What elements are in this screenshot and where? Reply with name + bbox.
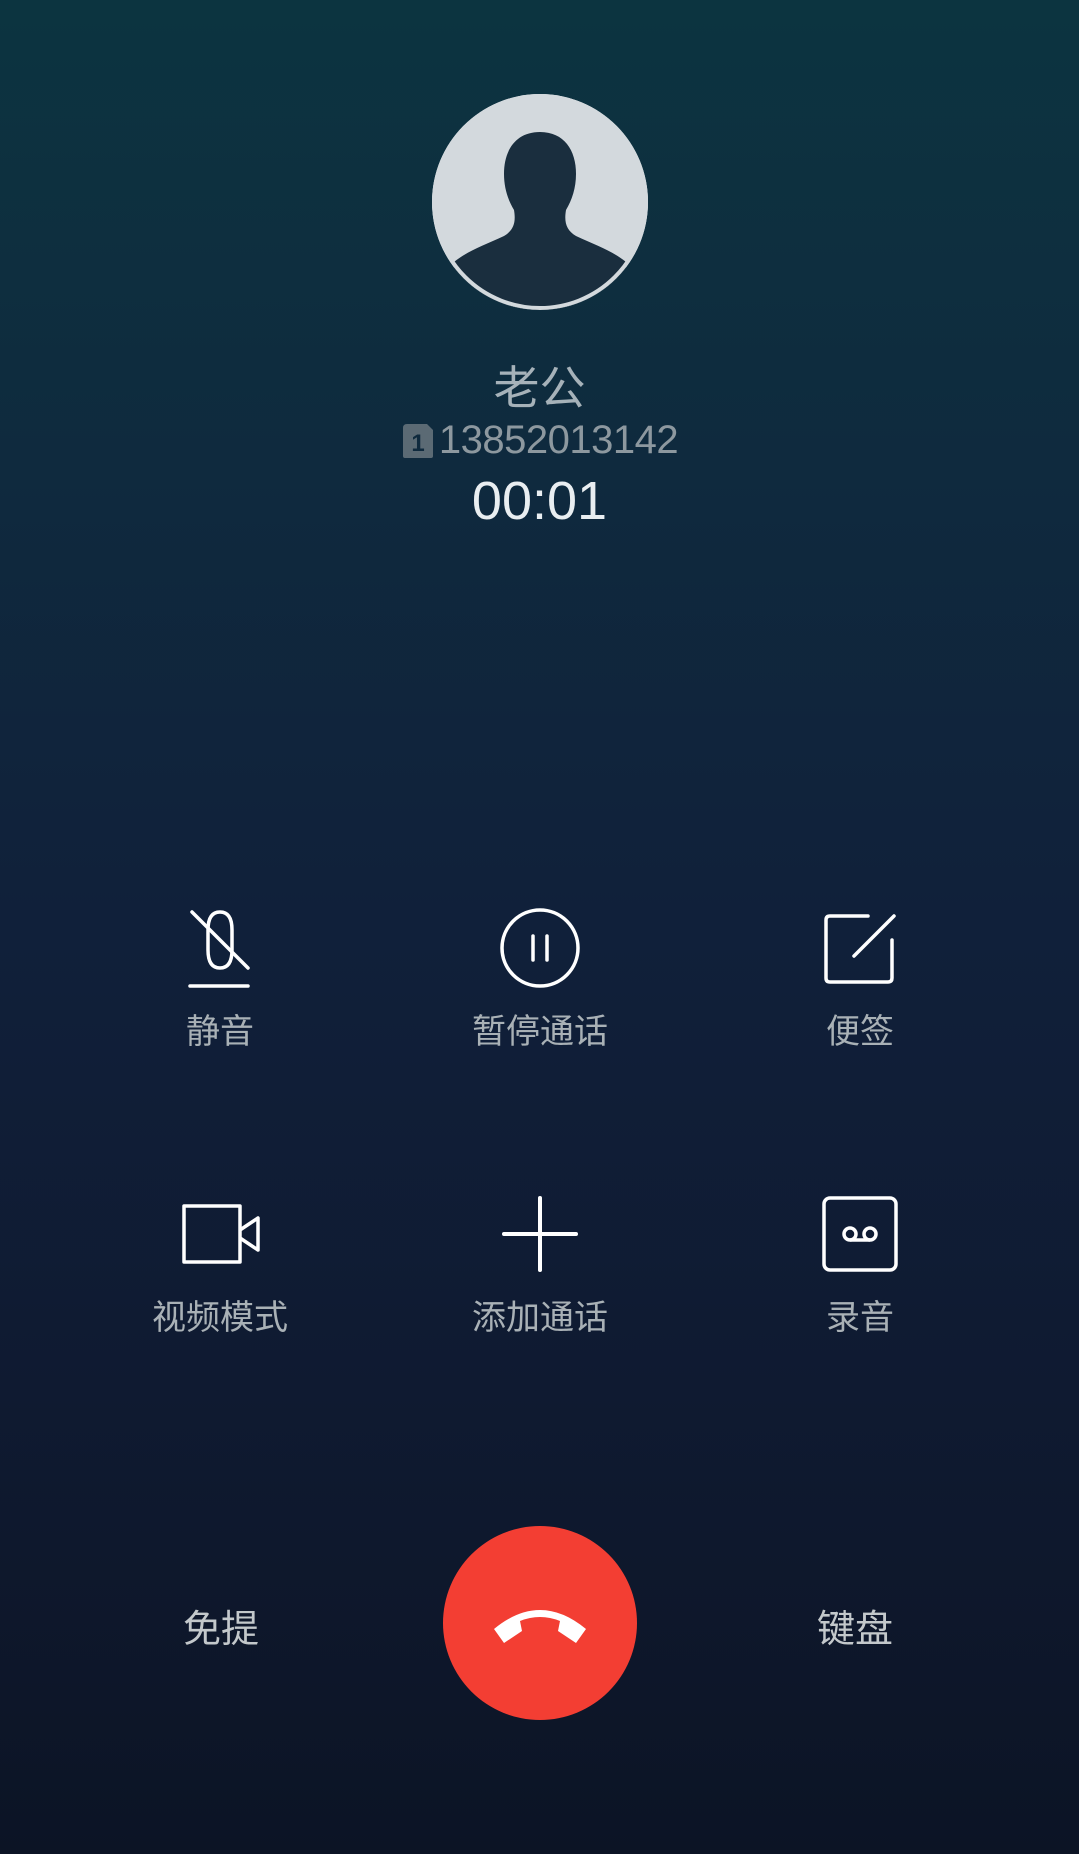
call-timer: 00:01 [471, 471, 608, 531]
notes-button[interactable]: 便签 [760, 906, 960, 1053]
record-button[interactable]: 录音 [760, 1192, 960, 1339]
record-tape-icon [822, 1196, 898, 1272]
plus-icon [502, 1196, 578, 1272]
contact-avatar [432, 94, 648, 310]
person-silhouette-icon [432, 94, 648, 310]
sim-slot-number: 1 [411, 430, 424, 457]
video-camera-icon [182, 1204, 260, 1264]
pause-circle-icon [500, 908, 580, 988]
hold-call-label: 暂停通话 [472, 1012, 608, 1052]
in-call-screen: 老公 1 13852013142 00:01 静音 暂停通话 便签 视频模式 添… [0, 0, 1079, 1854]
notes-label: 便签 [826, 1012, 894, 1052]
contact-number-row: 1 13852013142 [0, 418, 1079, 463]
speakerphone-button[interactable]: 免提 [183, 1598, 259, 1653]
mute-button[interactable]: 静音 [120, 906, 320, 1053]
video-mode-button[interactable]: 视频模式 [120, 1192, 320, 1339]
sim-card-icon: 1 [402, 423, 433, 458]
contact-name: 老公 [493, 361, 586, 415]
phone-hangup-icon [494, 1610, 586, 1643]
hangup-button[interactable] [443, 1526, 637, 1720]
mute-label: 静音 [186, 1012, 254, 1052]
note-edit-icon [824, 914, 896, 984]
keypad-button[interactable]: 键盘 [817, 1598, 893, 1653]
hold-call-button[interactable]: 暂停通话 [440, 906, 640, 1053]
add-call-button[interactable]: 添加通话 [440, 1192, 640, 1339]
record-label: 录音 [826, 1298, 894, 1338]
mic-off-icon [188, 910, 250, 988]
add-call-label: 添加通话 [472, 1298, 608, 1338]
phone-number: 13852013142 [438, 418, 679, 462]
video-mode-label: 视频模式 [152, 1298, 288, 1338]
